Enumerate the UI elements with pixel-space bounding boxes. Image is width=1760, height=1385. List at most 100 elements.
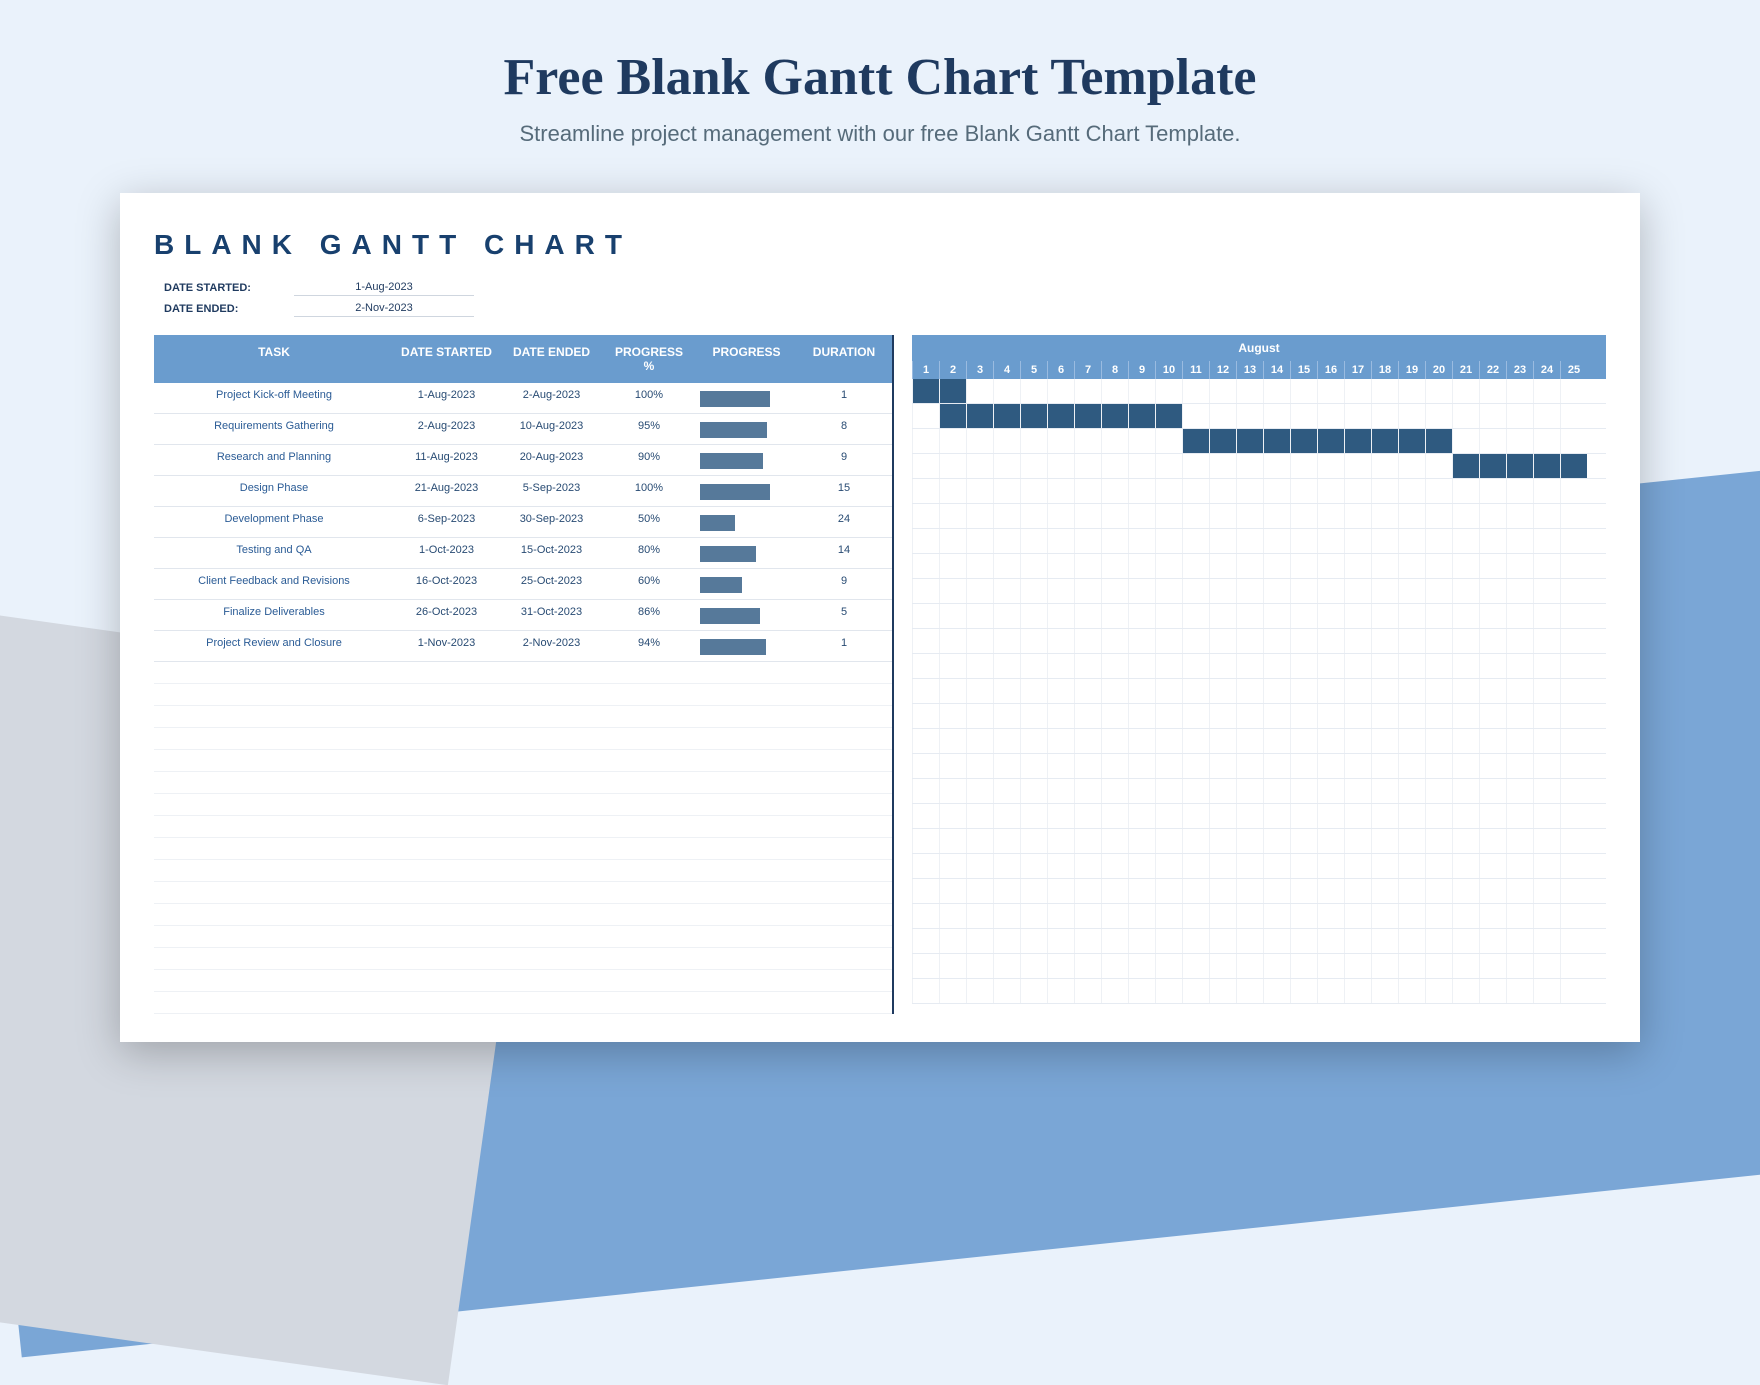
gantt-cell — [1020, 479, 1047, 503]
gantt-cell — [1101, 929, 1128, 953]
gantt-cell — [1479, 504, 1506, 528]
gantt-cell — [1263, 754, 1290, 778]
gantt-day: 8 — [1101, 361, 1128, 379]
gantt-cell — [1371, 954, 1398, 978]
table-row[interactable]: Research and Planning11-Aug-202320-Aug-2… — [154, 445, 892, 476]
table-row[interactable]: Finalize Deliverables26-Oct-202331-Oct-2… — [154, 600, 892, 631]
gantt-cell — [966, 879, 993, 903]
gantt-cell — [1533, 554, 1560, 578]
meta-date-ended-value[interactable]: 2-Nov-2023 — [294, 300, 474, 317]
gantt-cell — [1452, 454, 1479, 478]
gantt-cell — [1209, 379, 1236, 403]
cell-duration: 5 — [799, 600, 889, 630]
gantt-row — [912, 679, 1606, 704]
cell-task: Project Kick-off Meeting — [154, 383, 394, 413]
gantt-cell — [1290, 954, 1317, 978]
cell-progress-pct: 100% — [604, 476, 694, 506]
gantt-cell — [1209, 829, 1236, 853]
gantt-cell — [1290, 654, 1317, 678]
gantt-cell — [912, 554, 939, 578]
gantt-cell — [1533, 754, 1560, 778]
table-row[interactable]: Client Feedback and Revisions16-Oct-2023… — [154, 569, 892, 600]
gantt-cell — [1209, 479, 1236, 503]
gantt-cell — [1155, 729, 1182, 753]
gantt-cell — [939, 879, 966, 903]
table-row[interactable]: Project Review and Closure1-Nov-20232-No… — [154, 631, 892, 662]
gantt-cell — [1182, 729, 1209, 753]
gantt-cell — [939, 454, 966, 478]
gantt-cell — [1560, 429, 1587, 453]
gantt-cell — [1452, 479, 1479, 503]
gantt-cell — [1425, 404, 1452, 428]
gantt-cell — [1533, 379, 1560, 403]
gantt-cell — [1533, 679, 1560, 703]
cell-date-started: 1-Oct-2023 — [394, 538, 499, 568]
gantt-cell — [1317, 479, 1344, 503]
table-row[interactable]: Requirements Gathering2-Aug-202310-Aug-2… — [154, 414, 892, 445]
gantt-cell — [1371, 879, 1398, 903]
empty-row — [154, 750, 892, 772]
gantt-cell — [1236, 754, 1263, 778]
gantt-cell — [1236, 954, 1263, 978]
gantt-cell — [1398, 854, 1425, 878]
gantt-cell — [1344, 504, 1371, 528]
gantt-cell — [1074, 479, 1101, 503]
gantt-cell — [1479, 804, 1506, 828]
table-row[interactable]: Development Phase6-Sep-202330-Sep-202350… — [154, 507, 892, 538]
empty-row — [154, 728, 892, 750]
gantt-cell — [1479, 554, 1506, 578]
gantt-cell — [1425, 479, 1452, 503]
gantt-cell — [1263, 679, 1290, 703]
gantt-cell — [1371, 779, 1398, 803]
col-duration: DURATION — [799, 335, 889, 383]
gantt-cell — [1155, 529, 1182, 553]
gantt-cell — [1155, 479, 1182, 503]
table-row[interactable]: Project Kick-off Meeting1-Aug-20232-Aug-… — [154, 383, 892, 414]
gantt-cell — [1182, 654, 1209, 678]
gantt-cell — [1560, 679, 1587, 703]
cell-task: Project Review and Closure — [154, 631, 394, 661]
gantt-cell — [1344, 904, 1371, 928]
gantt-cell — [1263, 779, 1290, 803]
gantt-cell — [1263, 904, 1290, 928]
gantt-cell — [1479, 829, 1506, 853]
gantt-cell — [912, 754, 939, 778]
table-row[interactable]: Design Phase21-Aug-20235-Sep-2023100%15 — [154, 476, 892, 507]
gantt-cell — [1398, 929, 1425, 953]
gantt-cell — [1047, 629, 1074, 653]
gantt-cell — [1074, 954, 1101, 978]
gantt-cell — [1452, 404, 1479, 428]
gantt-cell — [1317, 804, 1344, 828]
gantt-cell — [1047, 604, 1074, 628]
gantt-cell — [1182, 929, 1209, 953]
cell-progress-pct: 100% — [604, 383, 694, 413]
cell-date-started: 1-Aug-2023 — [394, 383, 499, 413]
table-row[interactable]: Testing and QA1-Oct-202315-Oct-202380%14 — [154, 538, 892, 569]
gantt-cell — [1155, 804, 1182, 828]
gantt-cell — [1263, 479, 1290, 503]
gantt-cell — [1128, 704, 1155, 728]
gantt-cell — [1236, 579, 1263, 603]
gantt-cell — [993, 879, 1020, 903]
gantt-cell — [1182, 954, 1209, 978]
gantt-cell — [1047, 529, 1074, 553]
gantt-cell — [939, 504, 966, 528]
gantt-cell — [1425, 954, 1452, 978]
gantt-cell — [1317, 954, 1344, 978]
gantt-cell — [1398, 904, 1425, 928]
gantt-cell — [1209, 879, 1236, 903]
gantt-cell — [1155, 604, 1182, 628]
gantt-cell — [993, 654, 1020, 678]
gantt-cell — [1074, 704, 1101, 728]
gantt-cell — [1209, 404, 1236, 428]
gantt-cell — [1398, 804, 1425, 828]
gantt-cell — [939, 554, 966, 578]
gantt-cell — [912, 404, 939, 428]
meta-date-started-value[interactable]: 1-Aug-2023 — [294, 279, 474, 296]
gantt-cell — [1020, 504, 1047, 528]
gantt-cell — [1479, 929, 1506, 953]
gantt-cell — [912, 829, 939, 853]
gantt-cell — [1209, 629, 1236, 653]
gantt-cell — [1209, 504, 1236, 528]
gantt-cell — [1425, 704, 1452, 728]
